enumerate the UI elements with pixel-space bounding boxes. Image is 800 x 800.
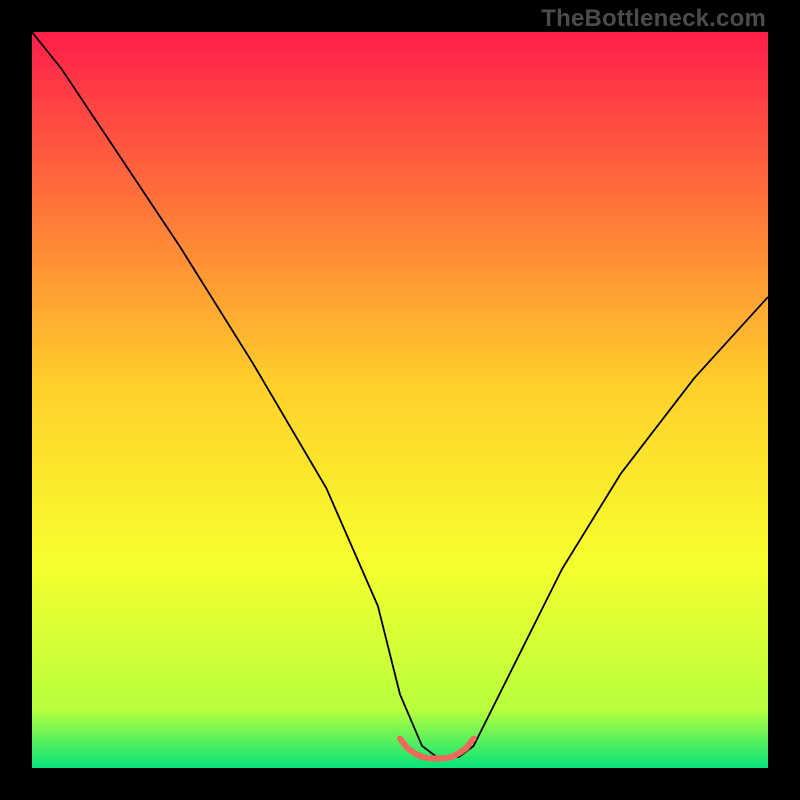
gradient-background xyxy=(32,32,768,768)
watermark-text: TheBottleneck.com xyxy=(541,5,766,33)
chart-frame xyxy=(32,32,768,768)
chart-svg xyxy=(32,32,768,768)
